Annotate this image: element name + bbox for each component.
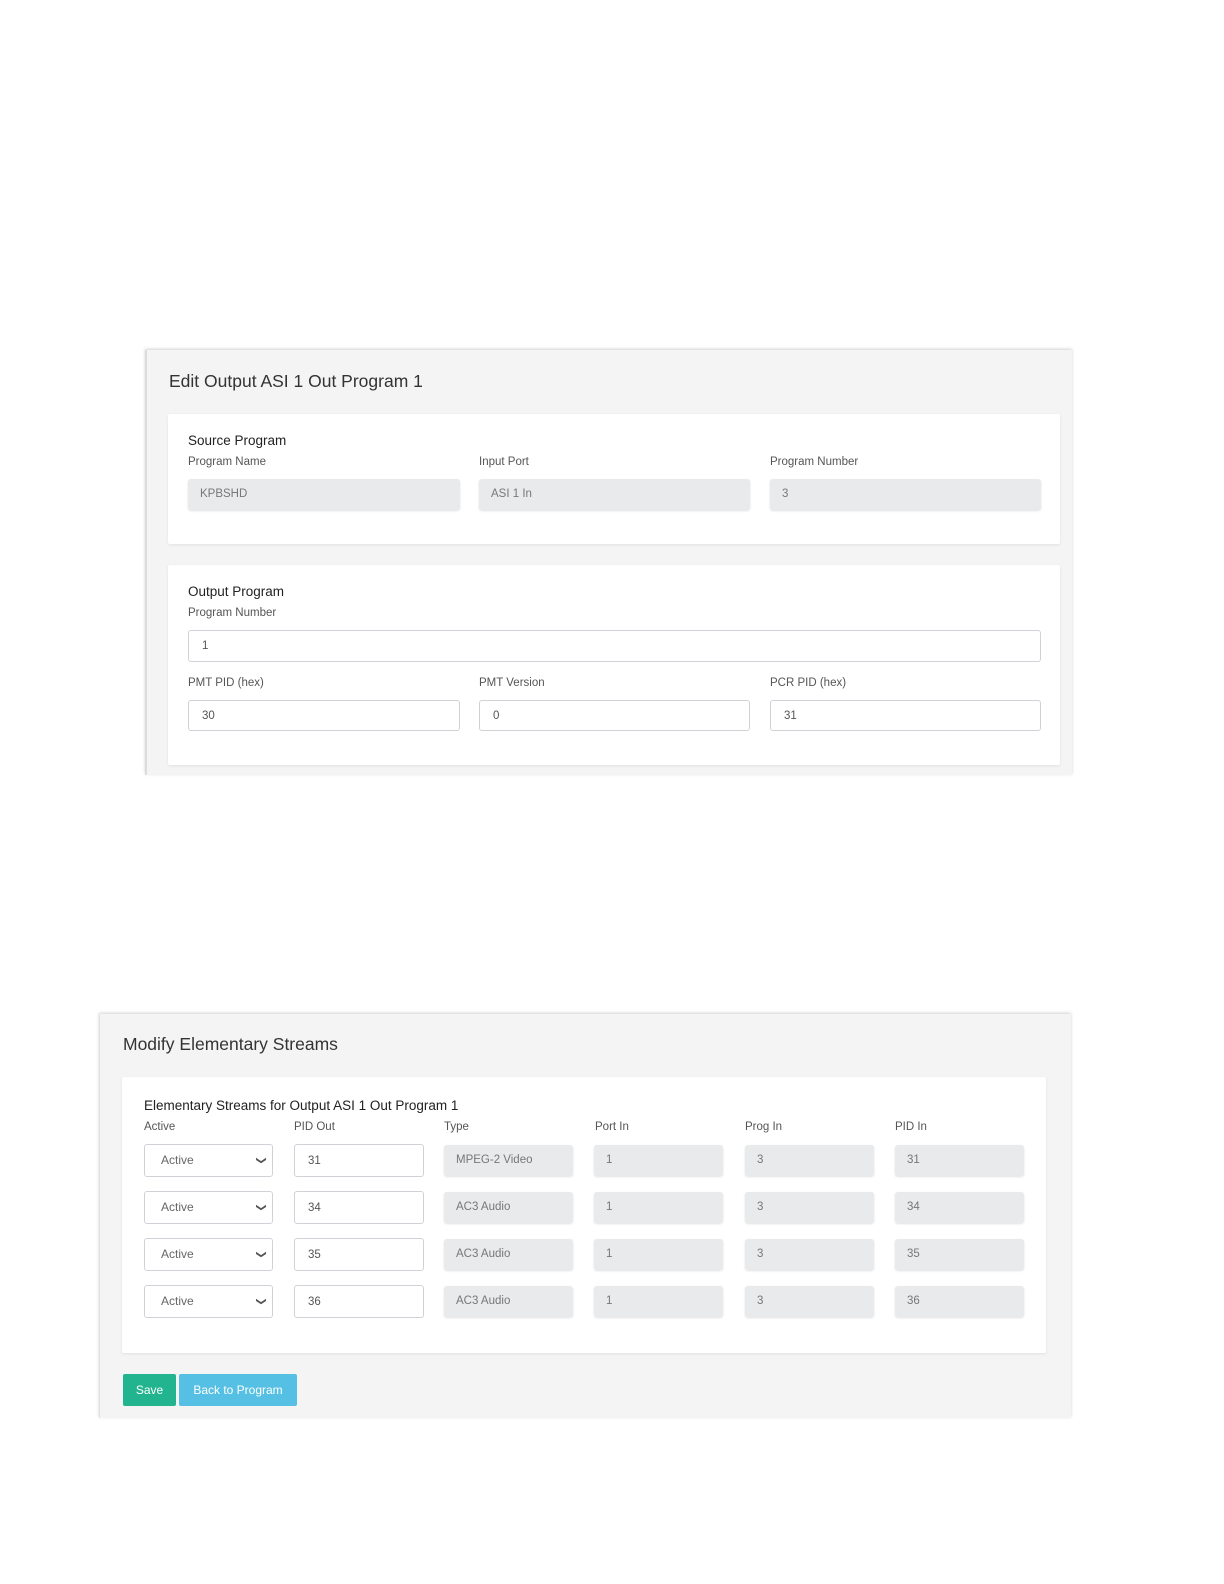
edit-output-title: Edit Output ASI 1 Out Program 1: [169, 371, 423, 391]
pid-in-field: 34: [895, 1192, 1024, 1223]
active-select[interactable]: Active ❯: [144, 1238, 273, 1271]
pmt-version-input[interactable]: [479, 700, 750, 731]
active-select[interactable]: Active ❯: [144, 1285, 273, 1318]
active-select-value: Active: [161, 1200, 194, 1214]
column-header-port-in: Port In: [595, 1121, 629, 1133]
column-header-pid-out: PID Out: [294, 1121, 335, 1133]
output-program-title: Output Program: [188, 584, 285, 599]
output-program-card: [168, 565, 1060, 765]
active-select-value: Active: [161, 1294, 194, 1308]
pmt-pid-label: PMT PID (hex): [188, 677, 264, 689]
pcr-pid-input[interactable]: [770, 700, 1041, 731]
column-header-pid-in: PID In: [895, 1121, 927, 1133]
active-select[interactable]: Active ❯: [144, 1191, 273, 1224]
save-button[interactable]: Save: [123, 1374, 176, 1406]
output-program-number-label: Program Number: [188, 607, 277, 619]
active-select-value: Active: [161, 1153, 194, 1167]
port-in-field: 1: [594, 1239, 723, 1270]
column-header-active: Active: [144, 1121, 176, 1133]
chevron-down-icon: ❯: [255, 1250, 267, 1259]
active-select-value: Active: [161, 1247, 194, 1261]
elementary-streams-title: Modify Elementary Streams: [123, 1034, 338, 1054]
input-port-label: Input Port: [479, 456, 529, 468]
port-in-field: 1: [594, 1145, 723, 1176]
chevron-down-icon: ❯: [255, 1297, 267, 1306]
pid-out-input[interactable]: [294, 1285, 424, 1318]
chevron-down-icon: ❯: [255, 1203, 267, 1212]
prog-in-field: 3: [745, 1192, 874, 1223]
prog-in-field: 3: [745, 1286, 874, 1317]
pid-in-field: 31: [895, 1145, 1024, 1176]
program-name-label: Program Name: [188, 456, 266, 468]
port-in-field: 1: [594, 1286, 723, 1317]
prog-in-field: 3: [745, 1145, 874, 1176]
program-name-field: KPBSHD: [188, 479, 460, 510]
pid-out-input[interactable]: [294, 1144, 424, 1177]
column-header-prog-in: Prog In: [745, 1121, 783, 1133]
stream-type-field: AC3 Audio: [444, 1286, 573, 1317]
stream-type-field: MPEG-2 Video: [444, 1145, 573, 1176]
input-port-field: ASI 1 In: [479, 479, 750, 510]
stream-type-field: AC3 Audio: [444, 1239, 573, 1270]
pid-out-input[interactable]: [294, 1191, 424, 1224]
pmt-version-label: PMT Version: [479, 677, 545, 689]
column-header-type: Type: [444, 1121, 469, 1133]
pid-in-field: 36: [895, 1286, 1024, 1317]
source-program-number-label: Program Number: [770, 456, 859, 468]
source-program-title: Source Program: [188, 433, 287, 448]
pid-out-input[interactable]: [294, 1238, 424, 1271]
elementary-streams-card-title: Elementary Streams for Output ASI 1 Out …: [144, 1098, 459, 1113]
back-to-program-button[interactable]: Back to Program: [179, 1374, 297, 1406]
pcr-pid-label: PCR PID (hex): [770, 677, 847, 689]
source-program-number-field: 3: [770, 479, 1041, 510]
chevron-down-icon: ❯: [255, 1156, 267, 1165]
active-select[interactable]: Active ❯: [144, 1144, 273, 1177]
pmt-pid-input[interactable]: [188, 700, 460, 731]
stream-type-field: AC3 Audio: [444, 1192, 573, 1223]
prog-in-field: 3: [745, 1239, 874, 1270]
port-in-field: 1: [594, 1192, 723, 1223]
output-program-number-input[interactable]: [188, 630, 1041, 662]
pid-in-field: 35: [895, 1239, 1024, 1270]
